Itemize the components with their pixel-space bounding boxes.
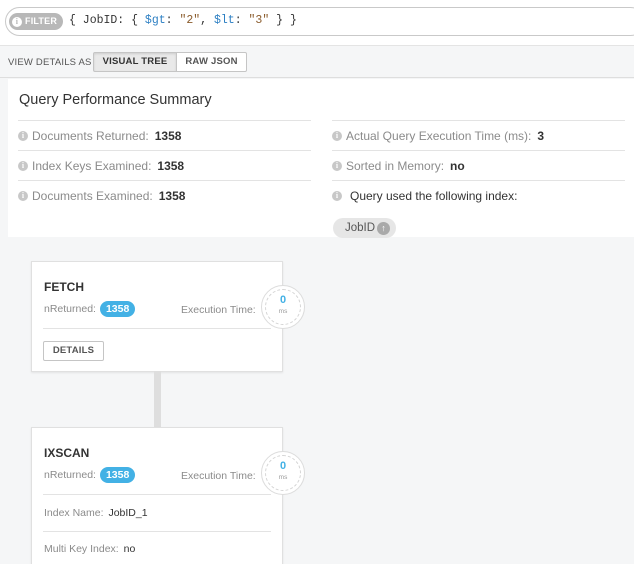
nreturned-badge: 1358 [99,467,136,483]
filter-gt-separator: : [165,14,180,27]
view-details-label: VIEW DETAILS AS [8,57,92,68]
fetch-stage-card[interactable]: FETCH nReturned: 1358 Execution Time: 0 … [31,261,305,372]
index-name-field: Index Name: JobID_1 [44,507,148,519]
nreturned-badge: 1358 [99,301,136,317]
execution-time-row: i Actual Query Execution Time (ms): 3 [332,120,625,150]
filter-input[interactable]: i FILTER { JobID: { $gt: "2", $lt: "3" }… [5,7,634,36]
stage-connector [154,371,161,428]
sorted-in-memory-value: no [450,158,465,173]
filter-text-open: { JobID: { [69,14,145,27]
arrow-up-icon: ↑ [377,221,391,235]
details-button[interactable]: DETAILS [43,341,104,361]
multi-key-index-value: no [123,543,136,555]
sorted-in-memory-label: Sorted in Memory: [346,158,445,173]
execution-time-value: 0 [279,460,287,472]
execution-time-label: Execution Time: [181,304,256,316]
stage-name: FETCH [44,280,84,294]
sorted-in-memory-row: i Sorted in Memory: no [332,150,625,180]
execution-time-label: Execution Time: [181,470,256,482]
index-keys-examined-label: Index Keys Examined: [32,158,152,173]
index-pill[interactable]: JobID ↑ [333,218,397,238]
info-icon: i [12,16,22,27]
index-keys-examined-row: i Index Keys Examined: 1358 [18,150,311,180]
query-performance-summary: Query Performance Summary i Documents Re… [8,79,634,238]
filter-badge-label: FILTER [25,16,58,26]
documents-returned-row: i Documents Returned: 1358 [18,120,311,150]
index-name-label: Index Name: [44,507,104,519]
divider [43,494,271,495]
multi-key-index-label: Multi Key Index: [44,543,119,555]
raw-json-button[interactable]: RAW JSON [176,52,247,72]
filter-badge[interactable]: i FILTER [9,13,64,30]
index-used-label: Query used the following index: [350,188,518,203]
execution-time-unit: ms [278,308,288,315]
filter-lt-value: "3" [248,14,270,27]
execution-time-label: Actual Query Execution Time (ms): [346,128,532,143]
index-keys-examined-value: 1358 [157,158,185,173]
execution-time-unit: ms [278,474,288,481]
info-icon: i [332,130,342,141]
filter-gt-value: "2" [179,14,201,27]
filter-lt-operator: $lt [213,14,235,27]
stage-name: IXSCAN [44,446,90,460]
multi-key-index-field: Multi Key Index: no [44,543,135,555]
ixscan-stage-card[interactable]: IXSCAN nReturned: 1358 Execution Time: 0… [31,427,305,564]
documents-examined-row: i Documents Examined: 1358 [18,180,311,210]
index-name-value: JobID_1 [108,507,148,519]
divider [43,531,271,532]
visual-tree-button[interactable]: VISUAL TREE [93,52,177,72]
nreturned: nReturned: 1358 [44,467,136,483]
info-icon: i [18,190,28,201]
view-details-bar: VIEW DETAILS AS VISUAL TREE RAW JSON [0,46,634,78]
filter-comma: , [200,14,214,27]
index-used-row: i Query used the following index: [332,180,625,210]
index-pill-label: JobID [345,222,376,234]
documents-returned-label: Documents Returned: [32,128,149,143]
execution-time-clock: 0 ms [261,285,305,329]
execution-time-value: 3 [537,128,545,143]
filter-gt-operator: $gt [144,14,166,27]
info-icon: i [332,190,342,201]
execution-time-clock: 0 ms [261,451,305,495]
documents-examined-value: 1358 [158,188,186,203]
filter-query-text[interactable]: { JobID: { $gt: "2", $lt: "3" } } [69,14,297,27]
filter-text-close: } } [269,14,297,27]
info-icon: i [332,160,342,171]
info-icon: i [18,160,28,171]
divider [43,328,271,329]
nreturned: nReturned: 1358 [44,301,136,317]
info-icon: i [18,130,28,141]
nreturned-label: nReturned: [44,469,96,481]
filter-bar: i FILTER { JobID: { $gt: "2", $lt: "3" }… [0,0,634,46]
filter-lt-separator: : [234,14,249,27]
summary-title: Query Performance Summary [19,92,212,108]
documents-returned-value: 1358 [154,128,182,143]
documents-examined-label: Documents Examined: [32,188,153,203]
execution-time-value: 0 [279,294,287,306]
nreturned-label: nReturned: [44,303,96,315]
